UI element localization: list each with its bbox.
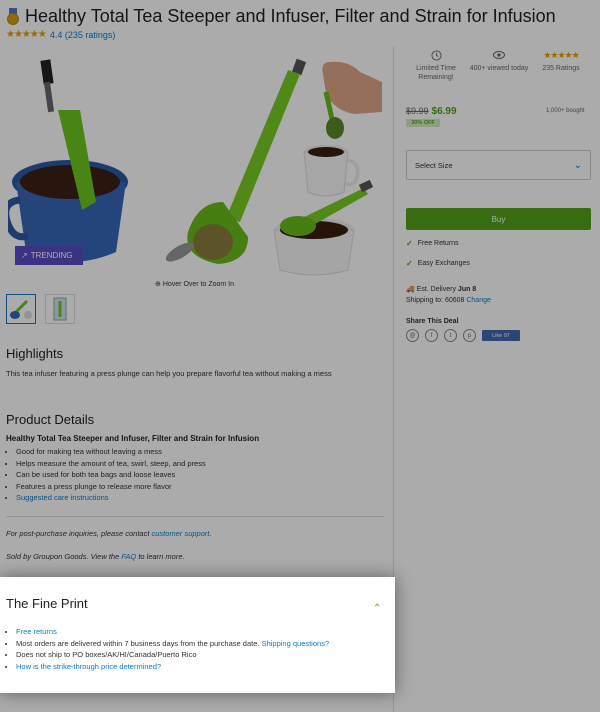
delivery-text: Most orders are delivered within 7 busin… (16, 638, 260, 648)
strike-through-price-link[interactable]: How is the strike-through price determin… (16, 662, 161, 671)
shipping-questions-link[interactable]: Shipping questions? (262, 639, 330, 648)
fine-print-list: Free returns Most orders are delivered w… (16, 626, 329, 672)
list-item: Does not ship to PO boxes/AK/HI/Canada/P… (16, 649, 329, 661)
fine-print-panel: The Fine Print ⌃ Free returns Most order… (0, 577, 395, 693)
list-item: Free returns (16, 626, 329, 638)
list-item: How is the strike-through price determin… (16, 661, 329, 673)
list-item: Most orders are delivered within 7 busin… (16, 638, 329, 650)
chevron-up-icon[interactable]: ⌃ (373, 603, 381, 614)
free-returns-link[interactable]: Free returns (16, 627, 57, 636)
fine-print-title: The Fine Print (6, 596, 88, 611)
